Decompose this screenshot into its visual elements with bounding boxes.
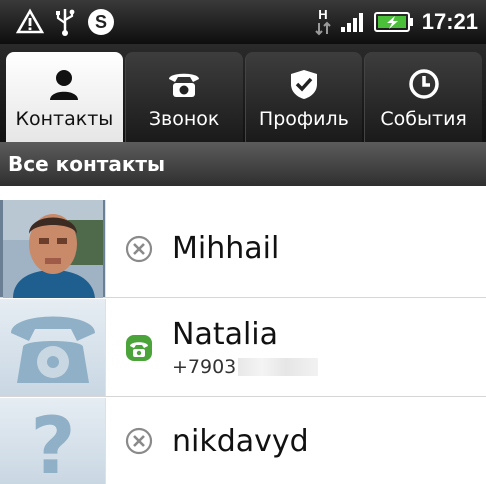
online-phone-status-icon [124, 333, 154, 363]
avatar: ? [0, 398, 106, 484]
phone-avatar-icon [10, 316, 95, 383]
tab-profile[interactable]: Профиль [244, 52, 363, 142]
offline-status-icon [124, 426, 154, 456]
tab-label: Контакты [15, 108, 114, 130]
contact-photo [2, 199, 103, 298]
contact-phone: +7903 [172, 356, 319, 378]
battery-charging-icon [373, 10, 414, 34]
hspa-icon: H [314, 6, 332, 38]
warning-icon [16, 8, 44, 36]
tab-call[interactable]: Звонок [124, 52, 243, 142]
svg-text:S: S [95, 12, 107, 32]
contact-info: nikdavyd [106, 398, 309, 484]
contact-name: nikdavyd [172, 423, 309, 459]
profile-shield-icon [289, 64, 319, 104]
tab-events[interactable]: События [364, 52, 482, 142]
contact-row-natalia[interactable]: Natalia +7903 [0, 299, 486, 397]
clock-icon [408, 64, 440, 104]
usb-icon [54, 7, 76, 37]
person-icon [47, 64, 81, 104]
contact-row-mihhail[interactable]: Mihhail [0, 199, 486, 298]
tab-label: Профиль [258, 108, 349, 130]
phone-redaction-mask [238, 358, 319, 376]
avatar [0, 199, 106, 298]
signal-icon [340, 11, 366, 33]
clock-time: 17:21 [421, 9, 478, 34]
contact-text: Mihhail [172, 231, 279, 266]
contact-text: nikdavyd [172, 424, 309, 459]
avatar [0, 299, 106, 396]
svg-text:H: H [318, 7, 327, 22]
contact-info: Mihhail [106, 200, 279, 297]
tab-label: Звонок [148, 108, 220, 130]
list-top-gap [0, 186, 486, 200]
tab-bar: Контакты Звонок Профиль События [0, 44, 486, 142]
contact-name: Natalia [172, 317, 279, 352]
skype-icon: S [86, 7, 116, 37]
contact-text: Natalia +7903 [172, 317, 319, 378]
svg-text:?: ? [30, 402, 75, 481]
contact-name: Mihhail [172, 231, 280, 266]
phone-icon [167, 64, 201, 104]
unknown-avatar-icon: ? [30, 402, 75, 481]
section-title: Все контакты [8, 152, 166, 176]
contact-row-nikdavyd[interactable]: ? nikdavyd [0, 398, 486, 484]
section-header: Все контакты [0, 142, 486, 186]
tab-contacts[interactable]: Контакты [6, 52, 123, 142]
contact-info: Natalia +7903 [106, 299, 319, 396]
status-bar: S H 17:21 [0, 0, 486, 44]
offline-status-icon [124, 234, 154, 264]
contact-phone-number: +7903 [172, 356, 237, 378]
tab-label: События [380, 108, 467, 130]
